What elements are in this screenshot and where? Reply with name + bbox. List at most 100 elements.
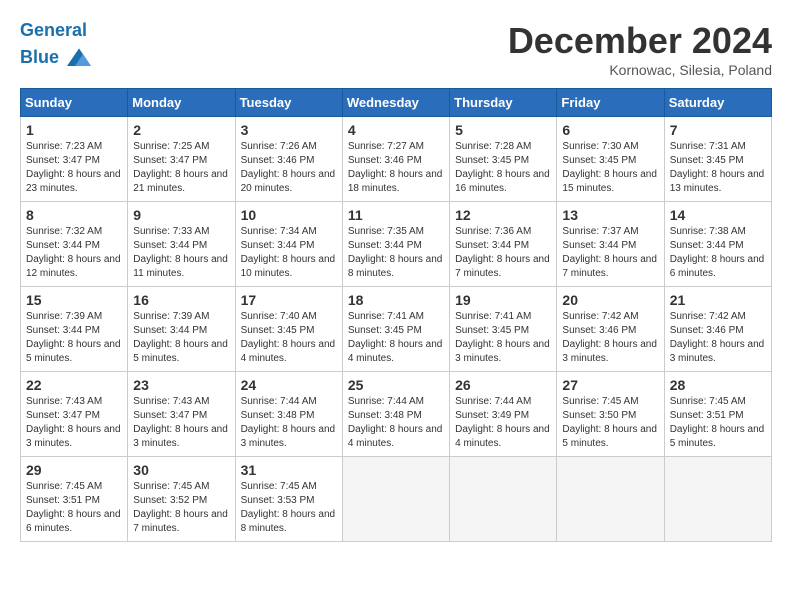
day-number: 8 [26,207,122,223]
day-details: Sunrise: 7:28 AMSunset: 3:45 PMDaylight:… [455,140,551,196]
month-title: December 2024 [508,20,772,62]
logo: General Blue [20,20,95,74]
day-number: 31 [241,462,337,478]
day-details: Sunrise: 7:38 AMSunset: 3:44 PMDaylight:… [670,225,766,281]
day-details: Sunrise: 7:45 AMSunset: 3:50 PMDaylight:… [562,395,658,451]
day-number: 2 [133,122,229,138]
day-number: 1 [26,122,122,138]
day-details: Sunrise: 7:32 AMSunset: 3:44 PMDaylight:… [26,225,122,281]
day-number: 17 [241,292,337,308]
day-number: 15 [26,292,122,308]
day-number: 28 [670,377,766,393]
day-details: Sunrise: 7:45 AMSunset: 3:53 PMDaylight:… [241,480,337,536]
calendar-cell: 3Sunrise: 7:26 AMSunset: 3:46 PMDaylight… [235,117,342,202]
day-details: Sunrise: 7:39 AMSunset: 3:44 PMDaylight:… [26,310,122,366]
calendar-cell: 12 Sunrise: 7:36 AMSunset: 3:44 PMDayligh… [450,202,557,287]
day-details: Sunrise: 7:44 AMSunset: 3:49 PMDaylight:… [455,395,551,451]
calendar-week-row: 8 Sunrise: 7:32 AMSunset: 3:44 PMDaylight… [21,202,772,287]
day-number: 16 [133,292,229,308]
day-number: 12 [455,207,551,223]
calendar-week-row: 22Sunrise: 7:43 AMSunset: 3:47 PMDayligh… [21,372,772,457]
day-number: 9 [133,207,229,223]
day-number: 21 [670,292,766,308]
calendar-cell: 20 Sunrise: 7:42 AMSunset: 3:46 PMDayligh… [557,287,664,372]
day-details: Sunrise: 7:23 AMSunset: 3:47 PMDaylight:… [26,140,122,196]
day-number: 7 [670,122,766,138]
calendar-cell [557,457,664,542]
day-details: Sunrise: 7:30 AMSunset: 3:45 PMDaylight:… [562,140,658,196]
day-number: 13 [562,207,658,223]
calendar-cell: 2 Sunrise: 7:25 AMSunset: 3:47 PMDaylight… [128,117,235,202]
page-header: General Blue December 2024 Kornowac, Sil… [20,20,772,78]
calendar-week-row: 29 Sunrise: 7:45 AMSunset: 3:51 PMDayligh… [21,457,772,542]
calendar-cell: 28 Sunrise: 7:45 AMSunset: 3:51 PMDayligh… [664,372,771,457]
calendar-cell [450,457,557,542]
day-number: 23 [133,377,229,393]
calendar-cell: 18 Sunrise: 7:41 AMSunset: 3:45 PMDayligh… [342,287,449,372]
day-details: Sunrise: 7:42 AMSunset: 3:46 PMDaylight:… [562,310,658,366]
calendar-cell: 27Sunrise: 7:45 AMSunset: 3:50 PMDayligh… [557,372,664,457]
day-details: Sunrise: 7:39 AMSunset: 3:44 PMDaylight:… [133,310,229,366]
col-tuesday: Tuesday [235,89,342,117]
calendar-cell: 17 Sunrise: 7:40 AMSunset: 3:45 PMDayligh… [235,287,342,372]
day-details: Sunrise: 7:41 AMSunset: 3:45 PMDaylight:… [348,310,444,366]
col-friday: Friday [557,89,664,117]
day-details: Sunrise: 7:37 AMSunset: 3:44 PMDaylight:… [562,225,658,281]
calendar-cell: 7Sunrise: 7:31 AMSunset: 3:45 PMDaylight… [664,117,771,202]
calendar-week-row: 15 Sunrise: 7:39 AMSunset: 3:44 PMDayligh… [21,287,772,372]
logo-general: General [20,20,87,40]
day-details: Sunrise: 7:25 AMSunset: 3:47 PMDaylight:… [133,140,229,196]
calendar-cell: 15 Sunrise: 7:39 AMSunset: 3:44 PMDayligh… [21,287,128,372]
day-details: Sunrise: 7:34 AMSunset: 3:44 PMDaylight:… [241,225,337,281]
day-details: Sunrise: 7:45 AMSunset: 3:51 PMDaylight:… [670,395,766,451]
day-number: 14 [670,207,766,223]
day-details: Sunrise: 7:41 AMSunset: 3:45 PMDaylight:… [455,310,551,366]
logo-icon [63,42,95,74]
calendar-cell: 6Sunrise: 7:30 AMSunset: 3:45 PMDaylight… [557,117,664,202]
calendar-cell: 26 Sunrise: 7:44 AMSunset: 3:49 PMDayligh… [450,372,557,457]
col-saturday: Saturday [664,89,771,117]
calendar-cell: 21 Sunrise: 7:42 AMSunset: 3:46 PMDayligh… [664,287,771,372]
calendar-cell: 13 Sunrise: 7:37 AMSunset: 3:44 PMDayligh… [557,202,664,287]
calendar-cell: 25Sunrise: 7:44 AMSunset: 3:48 PMDayligh… [342,372,449,457]
calendar-cell: 29 Sunrise: 7:45 AMSunset: 3:51 PMDayligh… [21,457,128,542]
calendar-cell: 1 Sunrise: 7:23 AMSunset: 3:47 PMDaylight… [21,117,128,202]
col-sunday: Sunday [21,89,128,117]
day-number: 11 [348,207,444,223]
calendar-cell: 10 Sunrise: 7:34 AMSunset: 3:44 PMDayligh… [235,202,342,287]
calendar-cell: 22Sunrise: 7:43 AMSunset: 3:47 PMDayligh… [21,372,128,457]
day-details: Sunrise: 7:40 AMSunset: 3:45 PMDaylight:… [241,310,337,366]
calendar-cell: 24 Sunrise: 7:44 AMSunset: 3:48 PMDayligh… [235,372,342,457]
day-number: 4 [348,122,444,138]
calendar-cell: 11Sunrise: 7:35 AMSunset: 3:44 PMDayligh… [342,202,449,287]
day-number: 10 [241,207,337,223]
day-details: Sunrise: 7:45 AMSunset: 3:52 PMDaylight:… [133,480,229,536]
logo-blue: Blue [20,47,59,67]
day-number: 29 [26,462,122,478]
col-thursday: Thursday [450,89,557,117]
calendar-cell [342,457,449,542]
day-number: 5 [455,122,551,138]
calendar-cell: 19Sunrise: 7:41 AMSunset: 3:45 PMDayligh… [450,287,557,372]
day-details: Sunrise: 7:44 AMSunset: 3:48 PMDaylight:… [241,395,337,451]
calendar-cell: 30 Sunrise: 7:45 AMSunset: 3:52 PMDayligh… [128,457,235,542]
day-number: 20 [562,292,658,308]
day-details: Sunrise: 7:45 AMSunset: 3:51 PMDaylight:… [26,480,122,536]
day-number: 24 [241,377,337,393]
day-number: 18 [348,292,444,308]
day-number: 3 [241,122,337,138]
calendar-cell: 16 Sunrise: 7:39 AMSunset: 3:44 PMDayligh… [128,287,235,372]
day-number: 25 [348,377,444,393]
day-number: 26 [455,377,551,393]
day-details: Sunrise: 7:42 AMSunset: 3:46 PMDaylight:… [670,310,766,366]
calendar-cell: 9 Sunrise: 7:33 AMSunset: 3:44 PMDaylight… [128,202,235,287]
day-number: 30 [133,462,229,478]
day-details: Sunrise: 7:43 AMSunset: 3:47 PMDaylight:… [133,395,229,451]
col-wednesday: Wednesday [342,89,449,117]
title-area: December 2024 Kornowac, Silesia, Poland [508,20,772,78]
day-details: Sunrise: 7:33 AMSunset: 3:44 PMDaylight:… [133,225,229,281]
calendar-header-row: Sunday Monday Tuesday Wednesday Thursday… [21,89,772,117]
calendar-week-row: 1 Sunrise: 7:23 AMSunset: 3:47 PMDaylight… [21,117,772,202]
day-details: Sunrise: 7:36 AMSunset: 3:44 PMDaylight:… [455,225,551,281]
location: Kornowac, Silesia, Poland [508,62,772,78]
